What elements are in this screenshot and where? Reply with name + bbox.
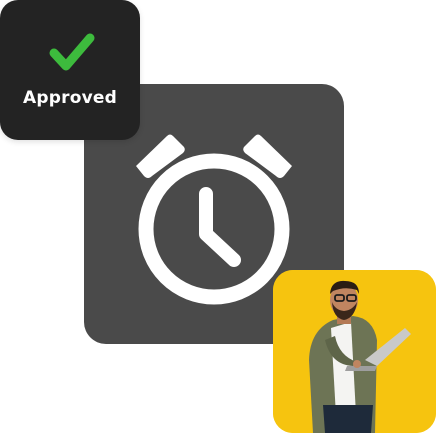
approved-label: Approved — [23, 88, 117, 108]
illustration-canvas: Approved — [0, 0, 436, 435]
check-icon — [49, 33, 95, 71]
approved-badge: Approved — [0, 0, 140, 140]
man-with-laptop-photo — [273, 270, 436, 433]
person-illustration — [273, 270, 436, 433]
